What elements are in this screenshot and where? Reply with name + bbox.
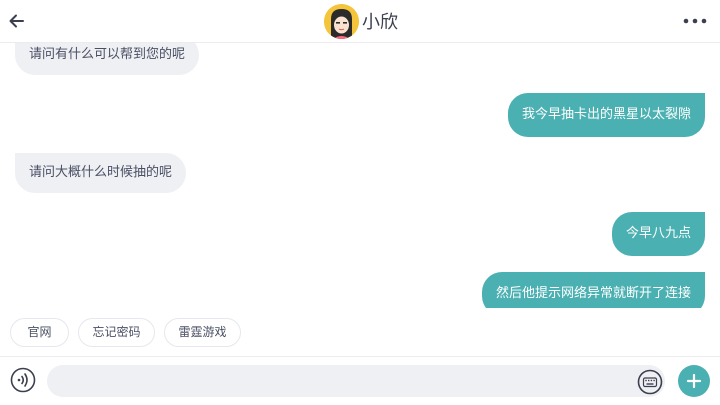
more-horizontal-icon — [683, 18, 707, 24]
voice-input-button[interactable] — [10, 367, 36, 393]
quick-reply-official-site[interactable]: 官网 — [10, 318, 69, 347]
keyboard-icon — [637, 369, 663, 395]
quick-reply-forgot-password[interactable]: 忘记密码 — [78, 318, 155, 347]
message-bubble-agent: 请问大概什么时候抽的呢 — [15, 153, 187, 193]
chat-title: 小欣 — [362, 12, 398, 33]
more-options-button[interactable] — [682, 11, 708, 31]
keyboard-toggle-button[interactable] — [637, 369, 663, 395]
message-bubble-user: 然后他提示网络异常就断开了连接 — [481, 272, 705, 308]
quick-reply-bar: 官网 忘记密码 雷霆游戏 — [0, 308, 720, 357]
message-input[interactable] — [47, 365, 665, 397]
message-input-bar — [0, 357, 720, 405]
message-bubble-user: 我今早抽卡出的黑星以太裂隙 — [507, 93, 705, 137]
chat-title-area: 小欣 — [324, 3, 398, 39]
message-bubble-agent: 请问有什么可以帮到您的呢 — [15, 43, 200, 75]
message-list[interactable]: 请问有什么可以帮到您的呢 我今早抽卡出的黑星以太裂隙 请问大概什么时候抽的呢 今… — [0, 43, 720, 308]
message-bubble-user: 今早八九点 — [611, 212, 705, 256]
arrow-left-icon — [9, 14, 24, 28]
plus-icon — [686, 373, 702, 389]
chat-header: 小欣 — [0, 0, 720, 43]
voice-icon — [10, 367, 36, 393]
add-attachment-button[interactable] — [678, 365, 710, 397]
back-button[interactable] — [6, 10, 28, 32]
agent-avatar — [324, 3, 359, 39]
quick-reply-thunder-games[interactable]: 雷霆游戏 — [164, 318, 241, 347]
